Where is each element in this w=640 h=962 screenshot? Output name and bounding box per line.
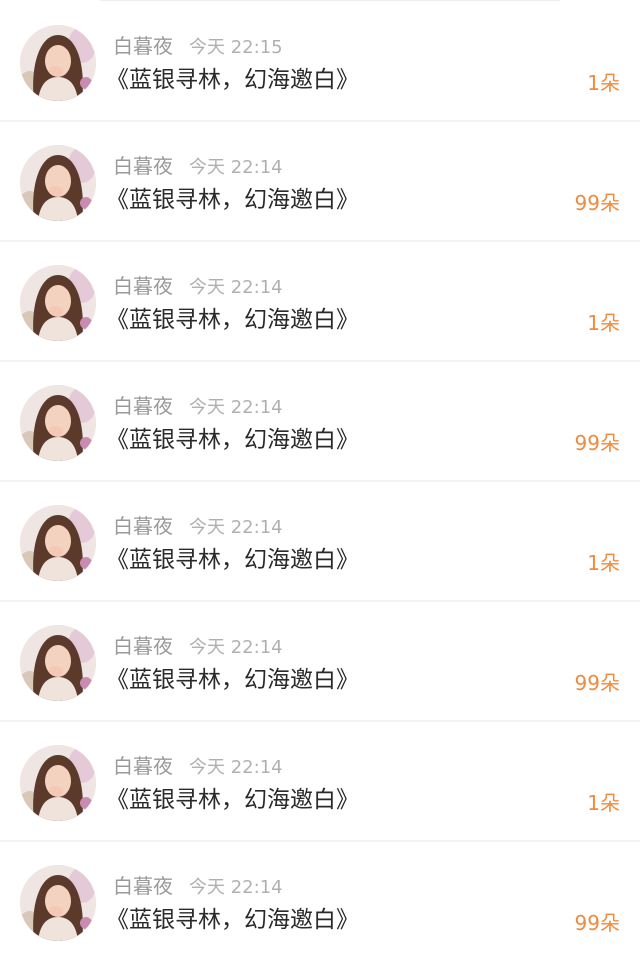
timestamp: 今天 22:14 xyxy=(189,277,283,298)
avatar-photo-icon xyxy=(20,265,96,341)
item-meta: 白暮夜 今天 22:15 xyxy=(113,33,283,59)
list-item[interactable]: 白暮夜 今天 22:14 《蓝银寻林，幻海邀白》 99朵 xyxy=(0,602,640,722)
item-meta: 白暮夜 今天 22:14 xyxy=(113,873,283,899)
gift-count: 99朵 xyxy=(574,671,620,695)
avatar-photo-icon xyxy=(20,25,96,101)
user-name[interactable]: 白暮夜 xyxy=(113,394,173,418)
timestamp: 今天 22:14 xyxy=(189,157,283,178)
timestamp: 今天 22:15 xyxy=(189,37,283,58)
message-text: 《蓝银寻林，幻海邀白》 xyxy=(106,547,359,573)
avatar[interactable] xyxy=(20,145,96,221)
gift-record-list: 白暮夜 今天 22:15 《蓝银寻林，幻海邀白》 1朵 白暮夜 今天 22:14 《… xyxy=(0,0,640,953)
timestamp: 今天 22:14 xyxy=(189,517,283,538)
message-text: 《蓝银寻林，幻海邀白》 xyxy=(106,907,359,933)
message-text: 《蓝银寻林，幻海邀白》 xyxy=(106,187,359,213)
timestamp: 今天 22:14 xyxy=(189,757,283,778)
avatar[interactable] xyxy=(20,265,96,341)
item-meta: 白暮夜 今天 22:14 xyxy=(113,393,283,419)
avatar[interactable] xyxy=(20,625,96,701)
gift-count: 99朵 xyxy=(574,431,620,455)
gift-count: 1朵 xyxy=(587,311,620,335)
item-meta: 白暮夜 今天 22:14 xyxy=(113,753,283,779)
message-text: 《蓝银寻林，幻海邀白》 xyxy=(106,307,359,333)
avatar[interactable] xyxy=(20,385,96,461)
timestamp: 今天 22:14 xyxy=(189,397,283,418)
avatar-photo-icon xyxy=(20,145,96,221)
gift-count: 99朵 xyxy=(574,191,620,215)
item-meta: 白暮夜 今天 22:14 xyxy=(113,633,283,659)
avatar-photo-icon xyxy=(20,385,96,461)
gift-count: 1朵 xyxy=(587,71,620,95)
item-meta: 白暮夜 今天 22:14 xyxy=(113,513,283,539)
item-meta: 白暮夜 今天 22:14 xyxy=(113,273,283,299)
avatar[interactable] xyxy=(20,25,96,101)
gift-count: 1朵 xyxy=(587,551,620,575)
avatar[interactable] xyxy=(20,505,96,581)
message-text: 《蓝银寻林，幻海邀白》 xyxy=(106,667,359,693)
timestamp: 今天 22:14 xyxy=(189,637,283,658)
timestamp: 今天 22:14 xyxy=(189,877,283,898)
user-name[interactable]: 白暮夜 xyxy=(113,634,173,658)
user-name[interactable]: 白暮夜 xyxy=(113,874,173,898)
item-meta: 白暮夜 今天 22:14 xyxy=(113,153,283,179)
list-item[interactable]: 白暮夜 今天 22:14 《蓝银寻林，幻海邀白》 99朵 xyxy=(0,362,640,482)
avatar-photo-icon xyxy=(20,865,96,941)
user-name[interactable]: 白暮夜 xyxy=(113,274,173,298)
avatar[interactable] xyxy=(20,745,96,821)
user-name[interactable]: 白暮夜 xyxy=(113,754,173,778)
user-name[interactable]: 白暮夜 xyxy=(113,154,173,178)
avatar[interactable] xyxy=(20,865,96,941)
list-item[interactable]: 白暮夜 今天 22:14 《蓝银寻林，幻海邀白》 99朵 xyxy=(0,122,640,242)
message-text: 《蓝银寻林，幻海邀白》 xyxy=(106,427,359,453)
message-text: 《蓝银寻林，幻海邀白》 xyxy=(106,67,359,93)
top-divider xyxy=(100,0,560,1)
list-item[interactable]: 白暮夜 今天 22:15 《蓝银寻林，幻海邀白》 1朵 xyxy=(0,2,640,122)
list-item[interactable]: 白暮夜 今天 22:14 《蓝银寻林，幻海邀白》 1朵 xyxy=(0,242,640,362)
user-name[interactable]: 白暮夜 xyxy=(113,34,173,58)
gift-count: 99朵 xyxy=(574,911,620,935)
list-item[interactable]: 白暮夜 今天 22:14 《蓝银寻林，幻海邀白》 1朵 xyxy=(0,722,640,842)
avatar-photo-icon xyxy=(20,505,96,581)
list-item[interactable]: 白暮夜 今天 22:14 《蓝银寻林，幻海邀白》 1朵 xyxy=(0,482,640,602)
gift-count: 1朵 xyxy=(587,791,620,815)
avatar-photo-icon xyxy=(20,745,96,821)
avatar-photo-icon xyxy=(20,625,96,701)
user-name[interactable]: 白暮夜 xyxy=(113,514,173,538)
list-item[interactable]: 白暮夜 今天 22:14 《蓝银寻林，幻海邀白》 99朵 xyxy=(0,842,640,962)
message-text: 《蓝银寻林，幻海邀白》 xyxy=(106,787,359,813)
